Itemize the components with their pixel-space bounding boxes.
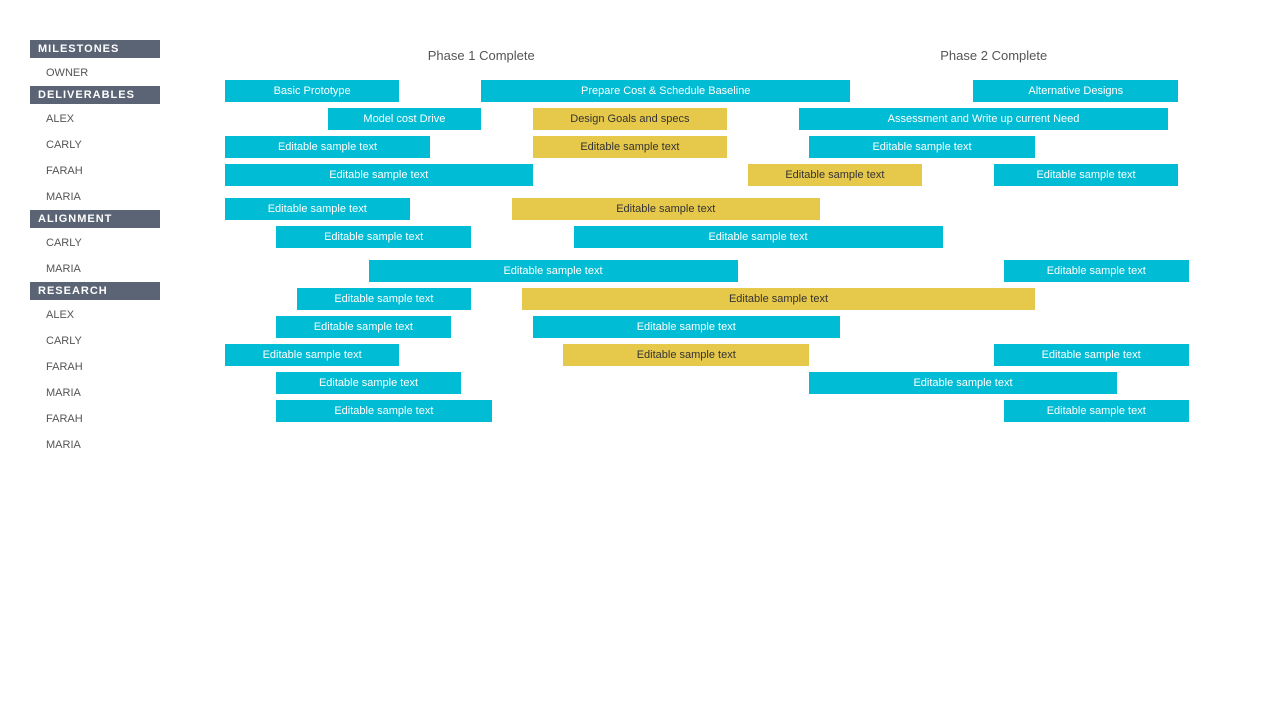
bar-item[interactable]: Editable sample text — [276, 316, 450, 338]
page: MILESTONESOWNERDELIVERABLESALEXCARLYFARA… — [0, 0, 1280, 720]
bar-item[interactable]: Editable sample text — [225, 198, 410, 220]
phase1-label: Phase 1 Complete — [225, 48, 738, 63]
owner-label: CARLY — [30, 230, 225, 256]
bar-row: Editable sample text Editable sample text… — [225, 342, 1250, 368]
bar-item[interactable]: Editable sample text — [225, 164, 533, 186]
bar-item[interactable]: Assessment and Write up current Need — [799, 108, 1168, 130]
owner-label: FARAH — [30, 406, 225, 432]
bar-item[interactable]: Editable sample text — [1004, 260, 1189, 282]
owner-label: MARIA — [30, 432, 225, 458]
timeline: Phase 1 CompletePhase 2 CompleteBasic Pr… — [225, 40, 1250, 458]
owner-label: MARIA — [30, 380, 225, 406]
bar-row: Editable sample text Editable sample text — [225, 398, 1250, 424]
bar-row: Editable sample text Editable sample text… — [225, 134, 1250, 160]
bar-item[interactable]: Editable sample text — [225, 136, 430, 158]
bar-row: Editable sample text Editable sample text… — [225, 162, 1250, 188]
owner-label: FARAH — [30, 354, 225, 380]
owner-label: FARAH — [30, 158, 225, 184]
bar-item[interactable]: Editable sample text — [225, 344, 399, 366]
main-content: MILESTONESOWNERDELIVERABLESALEXCARLYFARA… — [30, 40, 1250, 458]
bar-item[interactable]: Editable sample text — [533, 136, 728, 158]
bar-item[interactable]: Editable sample text — [522, 288, 1035, 310]
section-header: ALIGNMENT — [30, 210, 160, 228]
milestones-timeline-row: Phase 1 CompletePhase 2 Complete — [225, 40, 1250, 76]
section-header: DELIVERABLES — [30, 86, 160, 104]
bar-row: Editable sample text Editable sample text — [225, 286, 1250, 312]
bar-item[interactable]: Editable sample text — [994, 344, 1189, 366]
bar-row: Basic Prototype Prepare Cost & Schedule B… — [225, 78, 1250, 104]
bar-row: Editable sample text Editable sample text — [225, 224, 1250, 250]
owner-label: ALEX — [30, 106, 225, 132]
bar-row: Editable sample text Editable sample text — [225, 196, 1250, 222]
bar-row: Editable sample text Editable sample text — [225, 258, 1250, 284]
phase2-label: Phase 2 Complete — [738, 48, 1251, 63]
bar-item[interactable]: Model cost Drive — [328, 108, 482, 130]
owner-label: MARIA — [30, 184, 225, 210]
bar-row: Model cost Drive Design Goals and specs As… — [225, 106, 1250, 132]
bar-item[interactable]: Design Goals and specs — [533, 108, 728, 130]
bar-item[interactable]: Editable sample text — [369, 260, 738, 282]
bar-item[interactable]: Editable sample text — [276, 372, 461, 394]
bar-item[interactable]: Editable sample text — [563, 344, 809, 366]
bar-item[interactable]: Editable sample text — [809, 136, 1035, 158]
bar-item[interactable]: Editable sample text — [748, 164, 922, 186]
section-header: MILESTONES — [30, 40, 160, 58]
section-header: RESEARCH — [30, 282, 160, 300]
bar-item[interactable]: Alternative Designs — [973, 80, 1178, 102]
bar-row: Editable sample text Editable sample text — [225, 370, 1250, 396]
bar-item[interactable]: Editable sample text — [297, 288, 471, 310]
bar-item[interactable]: Editable sample text — [574, 226, 943, 248]
bar-item[interactable]: Editable sample text — [994, 164, 1179, 186]
owner-label: CARLY — [30, 328, 225, 354]
bar-row: Editable sample text Editable sample text — [225, 314, 1250, 340]
owner-label: OWNER — [30, 60, 225, 86]
bar-item[interactable]: Editable sample text — [533, 316, 841, 338]
bar-item[interactable]: Editable sample text — [276, 400, 491, 422]
owner-label: ALEX — [30, 302, 225, 328]
bar-item[interactable]: Editable sample text — [512, 198, 820, 220]
bar-item[interactable]: Editable sample text — [809, 372, 1117, 394]
owner-label: CARLY — [30, 132, 225, 158]
sidebar: MILESTONESOWNERDELIVERABLESALEXCARLYFARA… — [30, 40, 225, 458]
bar-item[interactable]: Editable sample text — [276, 226, 471, 248]
bar-item[interactable]: Editable sample text — [1004, 400, 1189, 422]
owner-label: MARIA — [30, 256, 225, 282]
bar-item[interactable]: Prepare Cost & Schedule Baseline — [481, 80, 850, 102]
bar-item[interactable]: Basic Prototype — [225, 80, 399, 102]
